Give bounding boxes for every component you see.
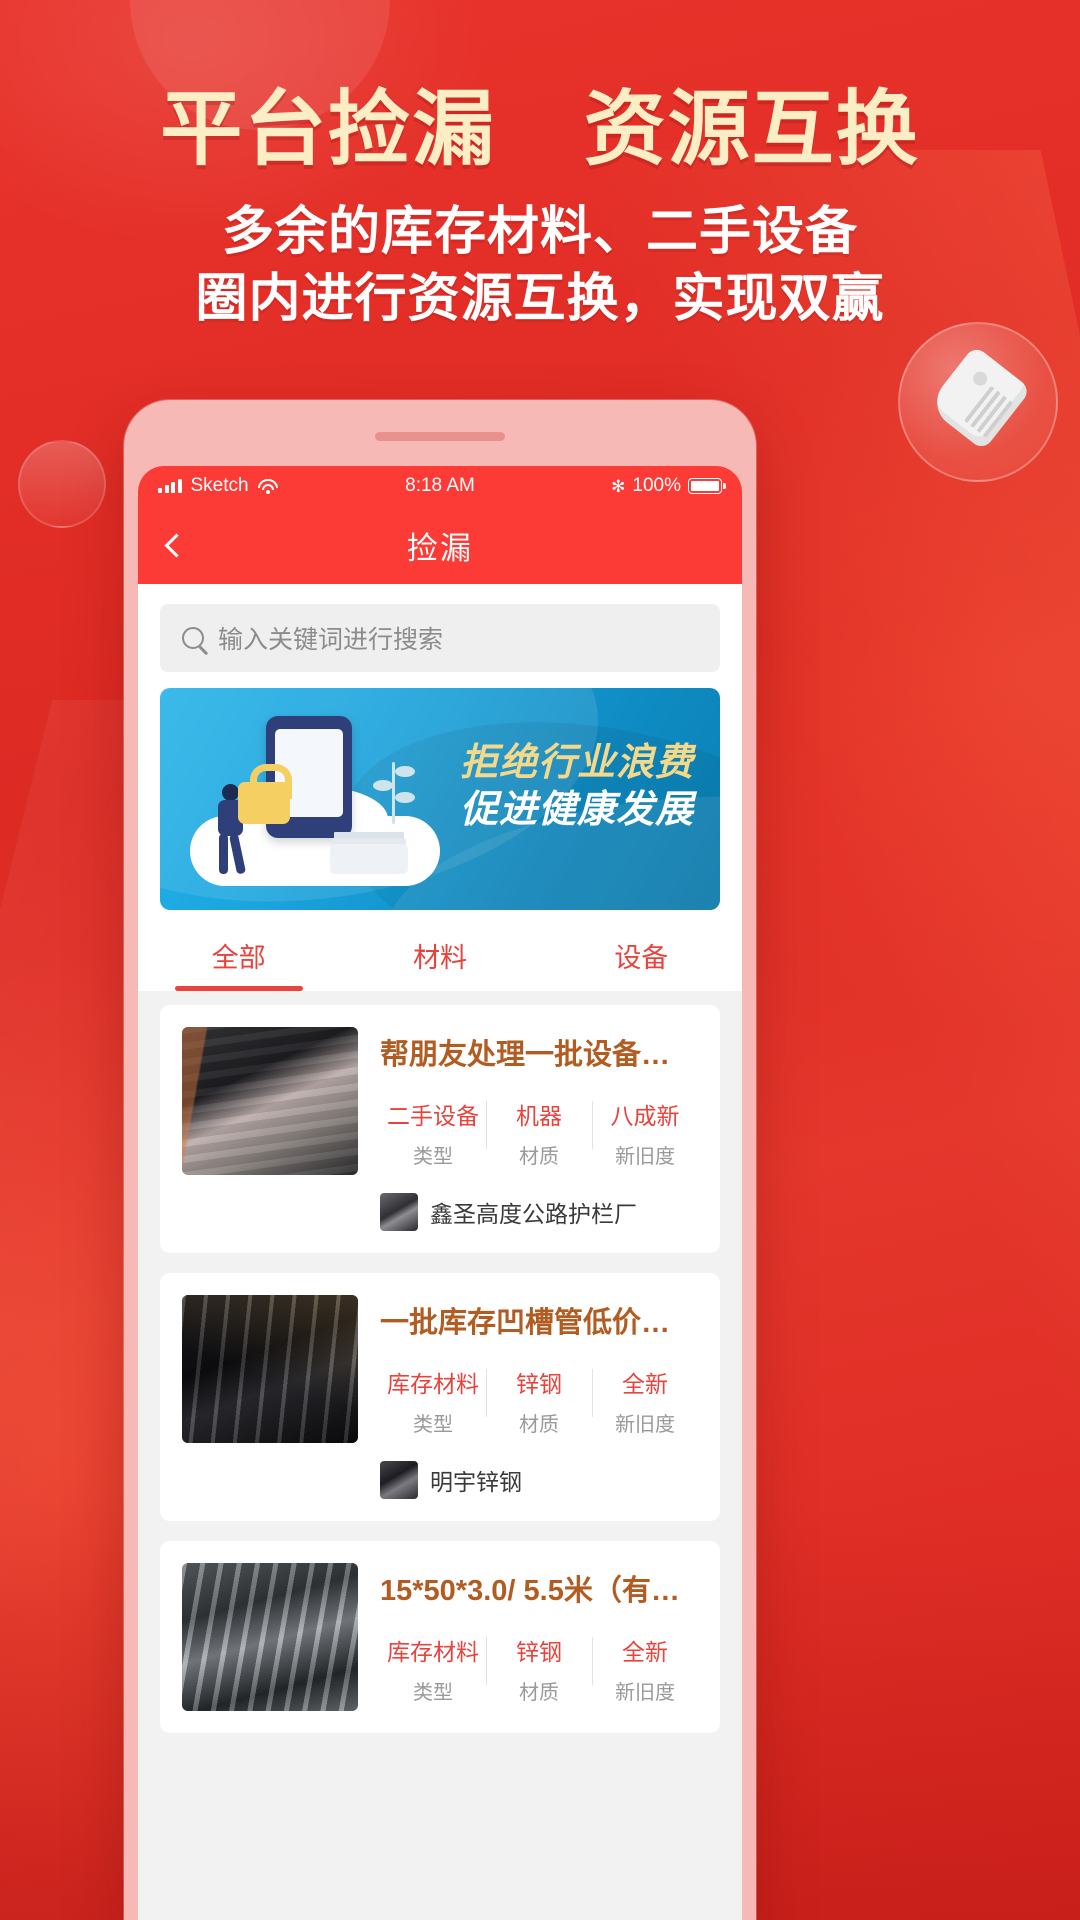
phone-speaker (375, 432, 505, 441)
battery-percent-label: 100% (632, 475, 681, 496)
spec-condition-value: 全新 (622, 1639, 668, 1665)
spec-material: 锌钢 材质 (486, 1633, 592, 1705)
listing-specs: 二手设备 类型 机器 材质 八成新 新旧度 (380, 1097, 698, 1169)
listing-body: 一批库存凹槽管低价处… 库存材料 类型 锌钢 材质 全新 新旧度 明宇锌钢 (380, 1295, 698, 1499)
spec-condition: 全新 新旧度 (592, 1633, 698, 1705)
spec-condition-label: 新旧度 (615, 1146, 675, 1168)
bluetooth-icon: ✻ (611, 476, 626, 496)
headline-right: 资源互换 (583, 84, 920, 175)
banner-line-2: 促进健康发展 (459, 789, 694, 832)
spec-condition-label: 新旧度 (615, 1682, 675, 1704)
spec-type-label: 类型 (413, 1414, 453, 1436)
list-item[interactable]: 一批库存凹槽管低价处… 库存材料 类型 锌钢 材质 全新 新旧度 明宇锌钢 (160, 1273, 720, 1521)
poster-subline-2: 圈内进行资源互换，实现双赢 (195, 270, 885, 329)
spec-material: 锌钢 材质 (486, 1365, 592, 1437)
poster-subline-1: 多余的库存材料、二手设备 (221, 202, 858, 261)
spec-condition: 八成新 新旧度 (592, 1097, 698, 1169)
decor-circle-left (18, 440, 106, 528)
spec-material: 机器 材质 (486, 1097, 592, 1169)
listing-shop[interactable]: 鑫圣高度公路护栏厂 (380, 1193, 698, 1231)
signal-bars-icon (158, 479, 182, 493)
spec-material-value: 锌钢 (516, 1639, 562, 1665)
search-input[interactable]: 输入关键词进行搜索 (160, 604, 720, 672)
list-item[interactable]: 帮朋友处理一批设备（… 二手设备 类型 机器 材质 八成新 新旧度 鑫圣高度公路… (160, 1005, 720, 1253)
banner-section: 拒绝行业浪费 促进健康发展 (138, 688, 742, 910)
spec-condition-label: 新旧度 (615, 1414, 675, 1436)
list-item[interactable]: 15*50*3.0/ 5.5米（有用… 库存材料 类型 锌钢 材质 全新 新旧度 (160, 1541, 720, 1733)
listing-specs: 库存材料 类型 锌钢 材质 全新 新旧度 (380, 1365, 698, 1437)
price-tag-icon (915, 335, 1044, 464)
listing-thumbnail[interactable] (182, 1563, 358, 1711)
spec-type: 库存材料 类型 (380, 1633, 486, 1705)
poster-header: 平台捡漏 资源互换 多余的库存材料、二手设备 圈内进行资源互换，实现双赢 (0, 84, 1080, 334)
spec-type-label: 类型 (413, 1682, 453, 1704)
listing-title: 15*50*3.0/ 5.5米（有用… (380, 1575, 698, 1607)
spec-condition-value: 全新 (622, 1371, 668, 1397)
shop-logo (380, 1461, 418, 1499)
spec-condition-value: 八成新 (610, 1103, 680, 1129)
back-button[interactable] (138, 506, 208, 584)
phone-screen: Sketch 8:18 AM ✻ 100% 捡漏 输入关键词进行搜索 拒绝行业浪… (138, 466, 742, 1920)
status-bar-left: Sketch (158, 475, 278, 497)
listing-list: 帮朋友处理一批设备（… 二手设备 类型 机器 材质 八成新 新旧度 鑫圣高度公路… (138, 991, 742, 1920)
banner-lock-icon (238, 764, 292, 824)
listing-title: 帮朋友处理一批设备（… (380, 1039, 698, 1071)
category-tabs: 全部 材料 设备 (138, 910, 742, 991)
listing-thumbnail[interactable] (182, 1027, 358, 1175)
spec-material-label: 材质 (519, 1146, 559, 1168)
spec-material-label: 材质 (519, 1414, 559, 1436)
tab-equipment[interactable]: 设备 (541, 936, 742, 991)
spec-material-label: 材质 (519, 1682, 559, 1704)
banner-line-1: 拒绝行业浪费 (459, 742, 694, 784)
spec-condition: 全新 新旧度 (592, 1365, 698, 1437)
search-icon (182, 627, 204, 649)
tag-body (926, 345, 1032, 451)
banner-papers-illustration (330, 844, 408, 874)
poster-headline: 平台捡漏 资源互换 (0, 84, 1080, 175)
spec-material-value: 锌钢 (516, 1371, 562, 1397)
tab-all[interactable]: 全部 (138, 936, 339, 991)
promo-banner[interactable]: 拒绝行业浪费 促进健康发展 (160, 688, 720, 910)
spec-material-value: 机器 (516, 1103, 562, 1129)
carrier-label: Sketch (190, 475, 249, 496)
tab-materials[interactable]: 材料 (339, 936, 540, 991)
shop-logo (380, 1193, 418, 1231)
nav-bar: 捡漏 (138, 506, 742, 584)
headline-left: 平台捡漏 (160, 84, 497, 175)
shop-name: 明宇锌钢 (430, 1469, 522, 1495)
tag-hole (970, 368, 991, 389)
listing-title: 一批库存凹槽管低价处… (380, 1307, 698, 1339)
chevron-left-icon (163, 532, 189, 558)
status-bar-right: ✻ 100% (611, 475, 726, 497)
spec-type-value: 库存材料 (387, 1371, 479, 1397)
listing-thumbnail[interactable] (182, 1295, 358, 1443)
search-section: 输入关键词进行搜索 (138, 584, 742, 688)
wifi-icon (257, 478, 278, 494)
poster-subheadline: 多余的库存材料、二手设备 圈内进行资源互换，实现双赢 (0, 199, 1080, 334)
spec-type-label: 类型 (413, 1146, 453, 1168)
banner-text: 拒绝行业浪费 促进健康发展 (460, 740, 694, 834)
spec-type-value: 二手设备 (387, 1103, 479, 1129)
price-tag-bubble (898, 322, 1058, 482)
spec-type: 库存材料 类型 (380, 1365, 486, 1437)
listing-body: 帮朋友处理一批设备（… 二手设备 类型 机器 材质 八成新 新旧度 鑫圣高度公路… (380, 1027, 698, 1231)
screen-content: 输入关键词进行搜索 拒绝行业浪费 促进健康发展 全部 材料 设备 帮朋友处理一批… (138, 584, 742, 1920)
listing-shop[interactable]: 明宇锌钢 (380, 1461, 698, 1499)
listing-body: 15*50*3.0/ 5.5米（有用… 库存材料 类型 锌钢 材质 全新 新旧度 (380, 1563, 698, 1711)
tag-barcode (963, 385, 1014, 438)
battery-icon (688, 478, 726, 494)
listing-specs: 库存材料 类型 锌钢 材质 全新 新旧度 (380, 1633, 698, 1705)
banner-plant-illustration (373, 762, 415, 824)
shop-name: 鑫圣高度公路护栏厂 (430, 1201, 637, 1227)
spec-type-value: 库存材料 (387, 1639, 479, 1665)
page-title: 捡漏 (407, 530, 473, 566)
status-bar: Sketch 8:18 AM ✻ 100% (138, 466, 742, 506)
spec-type: 二手设备 类型 (380, 1097, 486, 1169)
search-placeholder: 输入关键词进行搜索 (218, 626, 444, 654)
phone-mockup: Sketch 8:18 AM ✻ 100% 捡漏 输入关键词进行搜索 拒绝行业浪… (124, 400, 756, 1920)
